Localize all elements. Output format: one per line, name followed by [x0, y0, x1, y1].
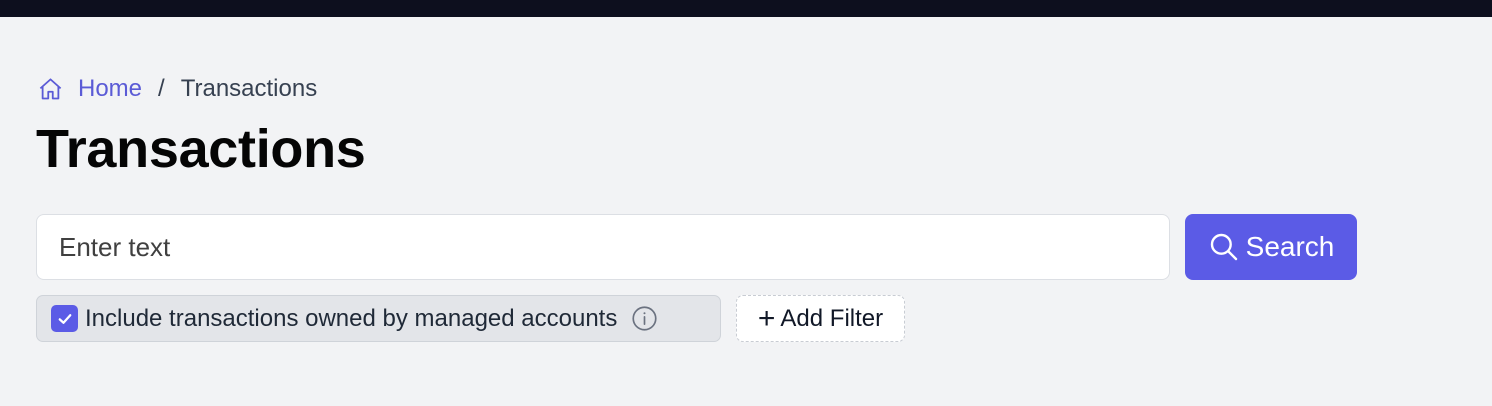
managed-accounts-filter: Include transactions owned by managed ac… — [36, 295, 721, 342]
breadcrumb-separator: / — [158, 75, 165, 102]
breadcrumb: Home / Transactions — [37, 73, 317, 105]
breadcrumb-current: Transactions — [180, 75, 318, 102]
search-icon — [1208, 231, 1240, 263]
add-filter-button[interactable]: + Add Filter — [736, 295, 905, 342]
managed-accounts-label: Include transactions owned by managed ac… — [85, 304, 618, 332]
search-input[interactable] — [36, 214, 1170, 280]
info-icon[interactable] — [631, 305, 658, 332]
search-button[interactable]: Search — [1185, 214, 1357, 280]
plus-icon: + — [757, 301, 776, 335]
page-title: Transactions — [36, 119, 366, 179]
breadcrumb-home-link[interactable]: Home — [78, 75, 142, 103]
home-icon[interactable] — [37, 76, 64, 103]
search-button-label: Search — [1245, 231, 1335, 262]
managed-accounts-checkbox[interactable] — [51, 305, 78, 332]
add-filter-label: Add Filter — [780, 304, 884, 332]
top-bar — [0, 0, 1492, 17]
